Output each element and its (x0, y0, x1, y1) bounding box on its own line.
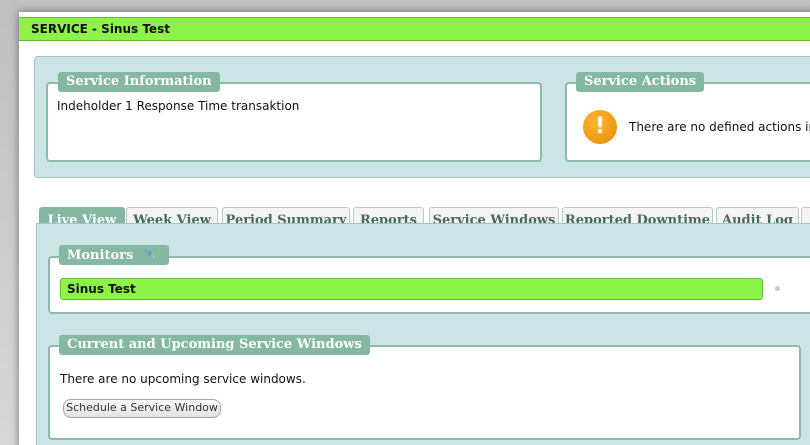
screenshot-frame: SERVICE - Sinus Test Indeholder 1 Respon… (0, 0, 810, 445)
monitor-status-dot (775, 286, 780, 291)
service-information-legend: Service Information (58, 72, 220, 92)
service-information-box: Indeholder 1 Response Time transaktion (46, 82, 542, 162)
warning-icon: ! (583, 110, 617, 144)
service-actions-legend: Service Actions (576, 72, 705, 92)
monitor-sinus-test[interactable]: Sinus Test (60, 278, 763, 300)
page-title: SERVICE - Sinus Test (31, 22, 170, 36)
service-actions-box: ! There are no defined actions in this s… (565, 82, 810, 162)
service-window: SERVICE - Sinus Test Indeholder 1 Respon… (19, 12, 810, 445)
service-windows-box: There are no upcoming service windows. S… (48, 345, 801, 440)
service-windows-message: There are no upcoming service windows. (60, 372, 306, 386)
monitors-legend-label: Monitors (67, 248, 134, 263)
service-actions-message: There are no defined actions in this ser… (629, 120, 810, 134)
monitor-name: Sinus Test (67, 282, 136, 296)
schedule-service-window-button[interactable]: Schedule a Service Window (63, 399, 221, 418)
monitors-legend: Monitors 🔧 (59, 245, 169, 265)
service-windows-legend: Current and Upcoming Service Windows (59, 335, 370, 355)
title-bar: SERVICE - Sinus Test (19, 17, 810, 41)
service-description: Indeholder 1 Response Time transaktion (57, 99, 300, 113)
wrench-icon[interactable]: 🔧 (144, 245, 159, 265)
